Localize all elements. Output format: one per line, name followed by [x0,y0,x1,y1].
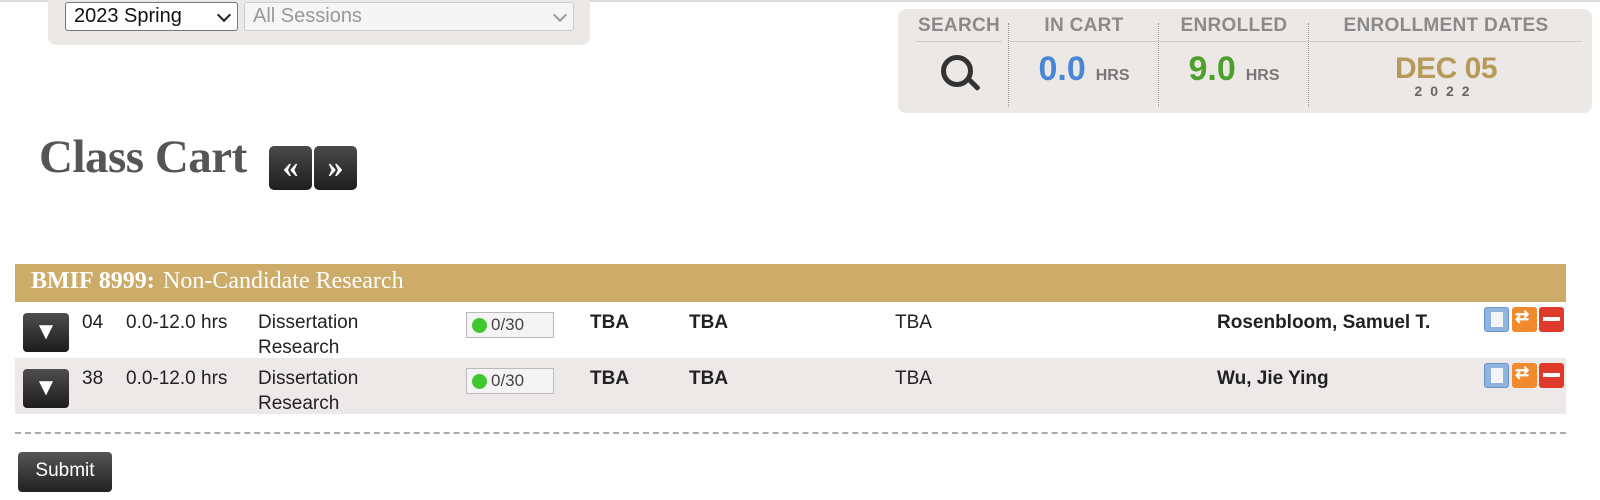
enrollment-summary-panel: SEARCH IN CART 0.0 HRS ENROLLED 9.0 HRS EN… [898,9,1592,113]
divider [1308,23,1309,107]
class-type-line: Dissertation [258,312,359,333]
class-type-line: Dissertation [258,368,359,389]
triangle-down-icon: ▼ [34,374,58,401]
dashed-divider [15,432,1566,434]
enrolled-label: ENROLLED [1160,15,1308,42]
instructor: Wu, Jie Ying [1217,368,1329,389]
in-cart-label: IN CART [1010,15,1158,42]
page-title: Class Cart [39,131,247,183]
divider [1158,23,1159,107]
enrollment-dates-label: ENROLLMENT DATES [1310,15,1582,42]
location: TBA [895,312,932,333]
remove-icon[interactable] [1539,363,1564,388]
seat-count: 0/30 [491,371,525,390]
enrollment-date: DEC 05 [1394,52,1498,85]
search-icon[interactable] [941,55,973,87]
term-select[interactable]: 2023 Spring [65,2,238,31]
term-select-value: 2023 Spring [74,5,182,27]
next-button[interactable]: » [314,146,357,190]
session-select-value: All Sessions [253,5,362,27]
edit-icon[interactable] [1484,307,1509,332]
chevron-down-icon [552,7,568,23]
location: TBA [895,368,932,389]
swap-icon[interactable] [1512,307,1537,332]
section-row: ▼ 38 0.0-12.0 hrs Dissertation Research … [15,358,1566,414]
enrollment-dates-column: ENROLLMENT DATES DEC 05 2022 [1310,15,1582,105]
class-type-line: Research [258,337,340,358]
section-number: 04 [82,312,104,333]
submit-button[interactable]: Submit [18,452,112,492]
time: TBA [689,312,729,333]
days: TBA [590,312,630,333]
seat-availability: 0/30 [466,312,554,338]
course-header: BMIF 8999: Non-Candidate Research [15,264,1566,302]
chevron-down-icon [216,7,232,23]
in-cart-column: IN CART 0.0 HRS [1010,15,1158,105]
course-title: Non-Candidate Research [163,268,404,294]
seat-count: 0/30 [491,315,525,334]
swap-icon[interactable] [1512,363,1537,388]
enrolled-column: ENROLLED 9.0 HRS [1160,15,1308,105]
enrolled-hours: 9.0 [1188,50,1236,88]
credit-hours: 0.0-12.0 hrs [126,312,228,333]
enrollment-year: 2022 [1414,83,1478,99]
in-cart-unit: HRS [1095,67,1130,84]
divider [1008,23,1009,107]
class-type: Dissertation Research [258,310,358,360]
availability-dot-icon [472,318,487,333]
edit-icon[interactable] [1484,363,1509,388]
availability-dot-icon [472,374,487,389]
search-column[interactable]: SEARCH [916,15,1002,105]
session-select[interactable]: All Sessions [244,2,574,31]
time: TBA [689,368,729,389]
section-row: ▼ 04 0.0-12.0 hrs Dissertation Research … [15,302,1566,358]
expand-button[interactable]: ▼ [23,313,69,352]
days: TBA [590,368,630,389]
section-number: 38 [82,368,104,389]
in-cart-hours: 0.0 [1038,50,1086,88]
enrolled-unit: HRS [1245,67,1280,84]
search-label: SEARCH [916,15,1002,42]
class-type: Dissertation Research [258,366,358,416]
instructor: Rosenbloom, Samuel T. [1217,312,1431,333]
expand-button[interactable]: ▼ [23,369,69,408]
class-type-line: Research [258,393,340,414]
seat-availability: 0/30 [466,368,554,394]
course-code: BMIF 8999: [31,268,155,294]
remove-icon[interactable] [1539,307,1564,332]
credit-hours: 0.0-12.0 hrs [126,368,228,389]
triangle-down-icon: ▼ [34,318,58,345]
previous-button[interactable]: « [269,146,312,190]
